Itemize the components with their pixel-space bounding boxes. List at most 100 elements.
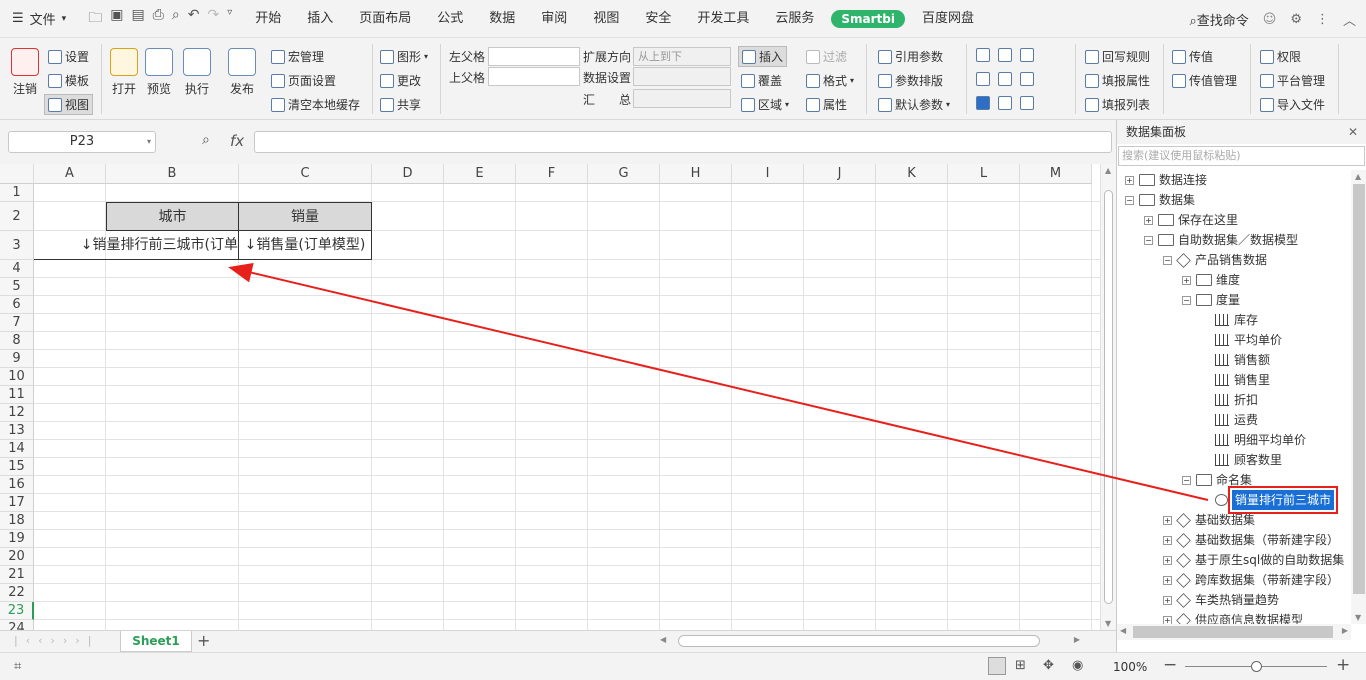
print-preview-icon[interactable]: ⌕ bbox=[172, 7, 180, 31]
cell-C2[interactable]: 销量 bbox=[239, 202, 372, 231]
macro-button[interactable]: 宏管理 bbox=[271, 48, 324, 65]
filter-button[interactable]: 过滤 bbox=[806, 48, 847, 65]
import-file-button[interactable]: 导入文件 bbox=[1260, 96, 1325, 113]
tree-node[interactable]: 明细平均单价 bbox=[1201, 430, 1306, 450]
row-header-1[interactable]: 1 bbox=[0, 184, 34, 202]
overwrite-button[interactable]: 覆盖 bbox=[741, 72, 782, 89]
tab-review[interactable]: 审阅 bbox=[528, 0, 580, 38]
close-icon[interactable]: ✕ bbox=[1348, 120, 1358, 144]
tree-node-selected[interactable]: 销量排行前三城市 bbox=[1201, 486, 1339, 514]
view-button[interactable]: 视图 bbox=[44, 94, 94, 115]
expand-icon[interactable]: + bbox=[1163, 555, 1172, 565]
row-header-2[interactable]: 2 bbox=[0, 202, 34, 231]
column-header-F[interactable]: F bbox=[516, 164, 588, 184]
row-header-9[interactable]: 9 bbox=[0, 350, 34, 368]
redo-icon[interactable]: ↷ bbox=[207, 7, 219, 31]
edit-control-icon[interactable] bbox=[998, 96, 1012, 110]
template-button[interactable]: 模板 bbox=[48, 72, 89, 89]
page-setup-button[interactable]: 页面设置 bbox=[271, 72, 336, 89]
zoom-slider-thumb[interactable] bbox=[1251, 661, 1262, 672]
scroll-up-icon[interactable]: ▲ bbox=[1105, 166, 1111, 175]
fx-icon[interactable]: fx bbox=[230, 132, 244, 150]
row-header-3[interactable]: 3 bbox=[0, 231, 34, 260]
column-header-E[interactable]: E bbox=[444, 164, 516, 184]
expand-icon[interactable]: + bbox=[1163, 575, 1172, 585]
column-header-B[interactable]: B bbox=[106, 164, 239, 184]
tree-node[interactable]: + 基础数据集 bbox=[1163, 510, 1255, 530]
zoom-formula-icon[interactable]: ⌕ bbox=[202, 132, 210, 148]
property-button[interactable]: 属性 bbox=[806, 96, 847, 113]
collapse-icon[interactable]: − bbox=[1144, 235, 1153, 245]
expand-icon[interactable]: + bbox=[1125, 175, 1134, 185]
permission-button[interactable]: 权限 bbox=[1260, 48, 1301, 65]
column-header-C[interactable]: C bbox=[239, 164, 372, 184]
tree-node[interactable]: − 自助数据集／数据模型 bbox=[1144, 230, 1298, 250]
change-button[interactable]: 更改 bbox=[380, 72, 421, 89]
row-header-11[interactable]: 11 bbox=[0, 386, 34, 404]
execute-button[interactable]: 执行 bbox=[179, 48, 215, 97]
sheet-tab[interactable]: Sheet1 bbox=[120, 631, 192, 652]
platform-mgmt-button[interactable]: 平台管理 bbox=[1260, 72, 1325, 89]
image-control-icon[interactable] bbox=[998, 72, 1012, 86]
tab-page-layout[interactable]: 页面布局 bbox=[346, 0, 424, 38]
tree-node[interactable]: − 度量 bbox=[1182, 290, 1240, 310]
sheet-nav-icons[interactable]: |‹‹›››| bbox=[14, 634, 99, 647]
column-header-K[interactable]: K bbox=[876, 164, 948, 184]
collapse-icon[interactable]: − bbox=[1182, 295, 1191, 305]
expand-icon[interactable]: + bbox=[1144, 215, 1153, 225]
combo-control-icon[interactable] bbox=[976, 48, 990, 62]
column-header-I[interactable]: I bbox=[732, 164, 804, 184]
zoom-level[interactable]: 100% bbox=[1113, 660, 1147, 674]
format-button[interactable]: 格式 ▾ bbox=[806, 72, 854, 89]
column-header-L[interactable]: L bbox=[948, 164, 1020, 184]
panel-vertical-scrollbar[interactable]: ▲ ▼ bbox=[1351, 170, 1366, 624]
table-control-icon[interactable] bbox=[976, 72, 990, 86]
normal-view-icon[interactable] bbox=[988, 657, 1006, 675]
open-button[interactable]: 打开 bbox=[106, 48, 142, 97]
textbox-control-icon[interactable] bbox=[1020, 72, 1034, 86]
clear-cache-button[interactable]: 清空本地缓存 bbox=[271, 96, 360, 113]
insert-button[interactable]: 插入 bbox=[738, 46, 788, 67]
reading-view-icon[interactable]: ✥ bbox=[1043, 658, 1054, 673]
fill-property-button[interactable]: 填报属性 bbox=[1085, 72, 1150, 89]
tab-smartbi[interactable]: Smartbi bbox=[831, 9, 905, 28]
tab-cloud[interactable]: 云服务 bbox=[762, 0, 827, 38]
tab-data[interactable]: 数据 bbox=[476, 0, 528, 38]
page-break-view-icon[interactable]: ⊞ bbox=[1015, 658, 1026, 673]
graph-button[interactable]: 图形 ▾ bbox=[380, 48, 428, 65]
row-header-24[interactable]: 24 bbox=[0, 620, 34, 630]
panel-hscroll-thumb[interactable] bbox=[1133, 626, 1333, 638]
tab-baidu-netdisk[interactable]: 百度网盘 bbox=[909, 0, 987, 38]
row-header-23[interactable]: 23 bbox=[0, 602, 34, 620]
collapse-ribbon-icon[interactable]: ︿ bbox=[1343, 10, 1356, 29]
zoom-out-icon[interactable]: − bbox=[1163, 655, 1177, 675]
expand-direction-select[interactable]: 从上到下 bbox=[633, 47, 731, 66]
share-button[interactable]: 共享 bbox=[380, 96, 421, 113]
tab-home[interactable]: 开始 bbox=[242, 0, 294, 38]
expand-icon[interactable]: + bbox=[1163, 595, 1172, 605]
scroll-right-icon[interactable]: ▶ bbox=[1074, 635, 1080, 644]
param-layout-button[interactable]: 参数排版 bbox=[878, 72, 943, 89]
list-control-icon[interactable] bbox=[1020, 48, 1034, 62]
column-header-D[interactable]: D bbox=[372, 164, 444, 184]
horizontal-scrollbar[interactable]: ◀ ▶ bbox=[660, 635, 1080, 648]
tab-developer[interactable]: 开发工具 bbox=[684, 0, 762, 38]
tree-node[interactable]: 销售额 bbox=[1201, 350, 1270, 370]
customize-icon[interactable]: ▿ bbox=[227, 7, 232, 31]
tree-node[interactable]: 库存 bbox=[1201, 310, 1258, 330]
expand-icon[interactable]: + bbox=[1163, 515, 1172, 525]
scroll-down-icon[interactable]: ▼ bbox=[1105, 619, 1111, 628]
undo-icon[interactable]: ↶ bbox=[188, 7, 200, 31]
expand-icon[interactable]: + bbox=[1163, 615, 1172, 624]
collapse-icon[interactable]: − bbox=[1163, 255, 1172, 265]
column-header-A[interactable]: A bbox=[34, 164, 106, 184]
publish-button[interactable]: 发布 bbox=[224, 48, 260, 97]
scroll-up-icon[interactable]: ▲ bbox=[1355, 172, 1361, 181]
column-header-H[interactable]: H bbox=[660, 164, 732, 184]
row-header-6[interactable]: 6 bbox=[0, 296, 34, 314]
tree-node[interactable]: + 基础数据集（带新建字段） bbox=[1163, 530, 1339, 550]
pdf-icon[interactable]: ▤ bbox=[131, 7, 144, 31]
scroll-thumb[interactable] bbox=[1104, 190, 1113, 604]
row-header-8[interactable]: 8 bbox=[0, 332, 34, 350]
open-folder-icon[interactable]: 🗀 bbox=[88, 7, 102, 31]
